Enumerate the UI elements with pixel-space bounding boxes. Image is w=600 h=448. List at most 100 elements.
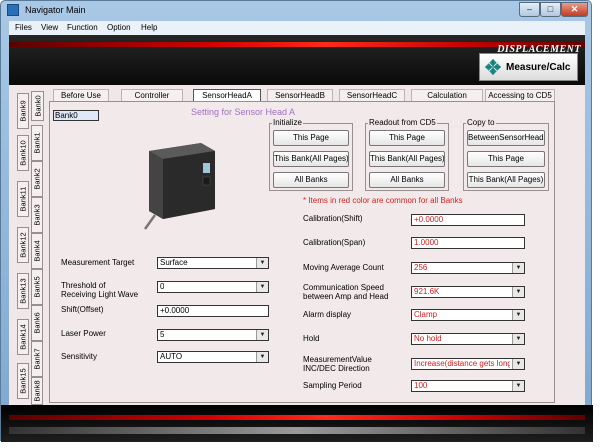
bank-tab-9[interactable]: Bank9: [17, 93, 29, 129]
tab-controller[interactable]: Controller: [121, 89, 183, 101]
initialize-all-banks-button[interactable]: All Banks: [273, 172, 349, 188]
bank-tab-0[interactable]: Bank0: [31, 91, 44, 121]
sensor-head-image: [143, 143, 215, 230]
bank-tab-1[interactable]: Bank1: [31, 125, 43, 161]
comm-speed-label-line2: between Amp and Head: [303, 292, 389, 301]
bank-tab-11[interactable]: Bank11: [17, 181, 29, 217]
threshold-select[interactable]: 0 ▼: [157, 281, 269, 293]
bank-tab-10[interactable]: Bank10: [17, 135, 29, 171]
initialize-this-page-button[interactable]: This Page: [273, 130, 349, 146]
footer-light-stripe: [9, 427, 585, 434]
page-title: Setting for Sensor Head A: [191, 107, 296, 117]
threshold-label-line2: Receiving Light Wave: [61, 290, 139, 299]
menu-function[interactable]: Function: [67, 23, 98, 32]
copy-this-page-button[interactable]: This Page: [467, 151, 545, 167]
hold-value: No hold: [414, 334, 442, 343]
minimize-button[interactable]: –: [519, 2, 540, 17]
tab-accessing-cd5[interactable]: Accessing to CD5: [485, 89, 555, 101]
chevron-down-icon: ▼: [512, 287, 524, 297]
sampling-period-label: Sampling Period: [303, 381, 362, 390]
laser-power-select[interactable]: 5 ▼: [157, 329, 269, 341]
measure-calc-label: Measure/Calc: [506, 62, 571, 73]
bank-tab-13[interactable]: Bank13: [17, 273, 29, 309]
mv-direction-select[interactable]: Increase(distance gets long ▼: [411, 358, 525, 370]
bank-tab-12[interactable]: Bank12: [17, 227, 29, 263]
sampling-period-value: 100: [414, 381, 428, 390]
menu-option[interactable]: Option: [107, 23, 131, 32]
sensitivity-select[interactable]: AUTO ▼: [157, 351, 269, 363]
measurement-target-value: Surface: [160, 258, 188, 267]
footer-red-stripe: [9, 415, 585, 420]
alarm-display-label: Alarm display: [303, 310, 352, 319]
bank-tab-4[interactable]: Bank4: [31, 233, 43, 269]
sensitivity-value: AUTO: [160, 352, 183, 361]
red-items-note: * Items in red color are common for all …: [303, 196, 463, 205]
readout-all-banks-button[interactable]: All Banks: [369, 172, 445, 188]
initialize-this-bank-button[interactable]: This Bank(All Pages): [273, 151, 349, 167]
calibration-shift-label: Calibration(Shift): [303, 214, 363, 223]
menu-view[interactable]: View: [41, 23, 58, 32]
copy-between-heads-button[interactable]: BetweenSensorHeads: [467, 130, 545, 146]
close-button[interactable]: ✕: [561, 2, 588, 17]
tab-before-use[interactable]: Before Use: [53, 89, 109, 101]
tab-calculation[interactable]: Calculation: [411, 89, 483, 101]
footer-frame: [1, 405, 593, 442]
mv-direction-label-line2: INC/DEC Direction: [303, 364, 370, 373]
readout-this-page-button[interactable]: This Page: [369, 130, 445, 146]
alarm-display-select[interactable]: Clamp ▼: [411, 309, 525, 321]
sensitivity-label: Sensitivity: [61, 352, 98, 361]
bank-tab-5[interactable]: Bank5: [31, 269, 43, 305]
laser-power-label: Laser Power: [61, 329, 106, 338]
hold-label: Hold: [303, 334, 320, 343]
bank-tab-2[interactable]: Bank2: [31, 161, 43, 197]
tab-sensor-head-c[interactable]: SensorHeadC: [339, 89, 405, 101]
main-window: Navigator Main – □ ✕ Files View Function…: [0, 0, 593, 442]
chevron-down-icon: ▼: [256, 282, 268, 292]
comm-speed-label-line1: Communication Speed: [303, 283, 384, 292]
calibration-span-label: Calibration(Span): [303, 238, 366, 247]
calibration-span-input[interactable]: 1.0000: [411, 237, 525, 249]
window-title: Navigator Main: [25, 5, 86, 15]
mv-direction-value: Increase(distance gets long: [414, 359, 510, 368]
alarm-display-value: Clamp: [414, 310, 438, 319]
maximize-button[interactable]: □: [540, 2, 561, 17]
bank-tab-14[interactable]: Bank14: [17, 319, 29, 355]
comm-speed-select[interactable]: 921.6K ▼: [411, 286, 525, 298]
moving-average-select[interactable]: 256 ▼: [411, 262, 525, 274]
threshold-value: 0: [160, 282, 165, 291]
sampling-period-select[interactable]: 100 ▼: [411, 380, 525, 392]
moving-average-label: Moving Average Count: [303, 263, 384, 272]
copy-this-bank-button[interactable]: This Bank(All Pages): [467, 172, 545, 188]
tab-sensor-head-a[interactable]: SensorHeadA: [193, 89, 261, 101]
bank-tab-15[interactable]: Bank15: [17, 363, 29, 399]
chevron-down-icon: ▼: [256, 330, 268, 340]
tab-sensor-head-b[interactable]: SensorHeadB: [267, 89, 333, 101]
chevron-down-icon: ▼: [512, 263, 524, 273]
shift-offset-input[interactable]: +0.0000: [157, 305, 269, 317]
chevron-down-icon: ▼: [256, 258, 268, 268]
threshold-label-line1: Threshold of: [61, 281, 106, 290]
hold-select[interactable]: No hold ▼: [411, 333, 525, 345]
menu-bar: Files View Function Option Help: [9, 21, 585, 35]
diamond-grid-icon: [485, 59, 501, 75]
chevron-down-icon: ▼: [512, 310, 524, 320]
bank-tab-3[interactable]: Bank3: [31, 197, 43, 233]
bank-label: Bank0: [53, 110, 99, 121]
readout-this-bank-button[interactable]: This Bank(All Pages): [369, 151, 445, 167]
measure-calc-button[interactable]: Measure/Calc: [479, 53, 578, 81]
bank-tab-7[interactable]: Bank7: [31, 341, 43, 377]
menu-files[interactable]: Files: [15, 23, 32, 32]
copy-to-group-label: Copy to: [466, 118, 496, 127]
laser-power-value: 5: [160, 330, 165, 339]
chevron-down-icon: ▼: [512, 334, 524, 344]
title-bar[interactable]: Navigator Main – □ ✕: [1, 1, 591, 20]
chevron-down-icon: ▼: [512, 381, 524, 391]
calibration-shift-input[interactable]: +0.0000: [411, 214, 525, 226]
comm-speed-value: 921.6K: [414, 287, 440, 296]
measurement-target-select[interactable]: Surface ▼: [157, 257, 269, 269]
bank-tab-8[interactable]: Bank8: [31, 377, 43, 405]
chevron-down-icon: ▼: [256, 352, 268, 362]
menu-help[interactable]: Help: [141, 23, 157, 32]
initialize-group-label: Initialize: [272, 118, 303, 127]
bank-tab-6[interactable]: Bank6: [31, 305, 43, 341]
